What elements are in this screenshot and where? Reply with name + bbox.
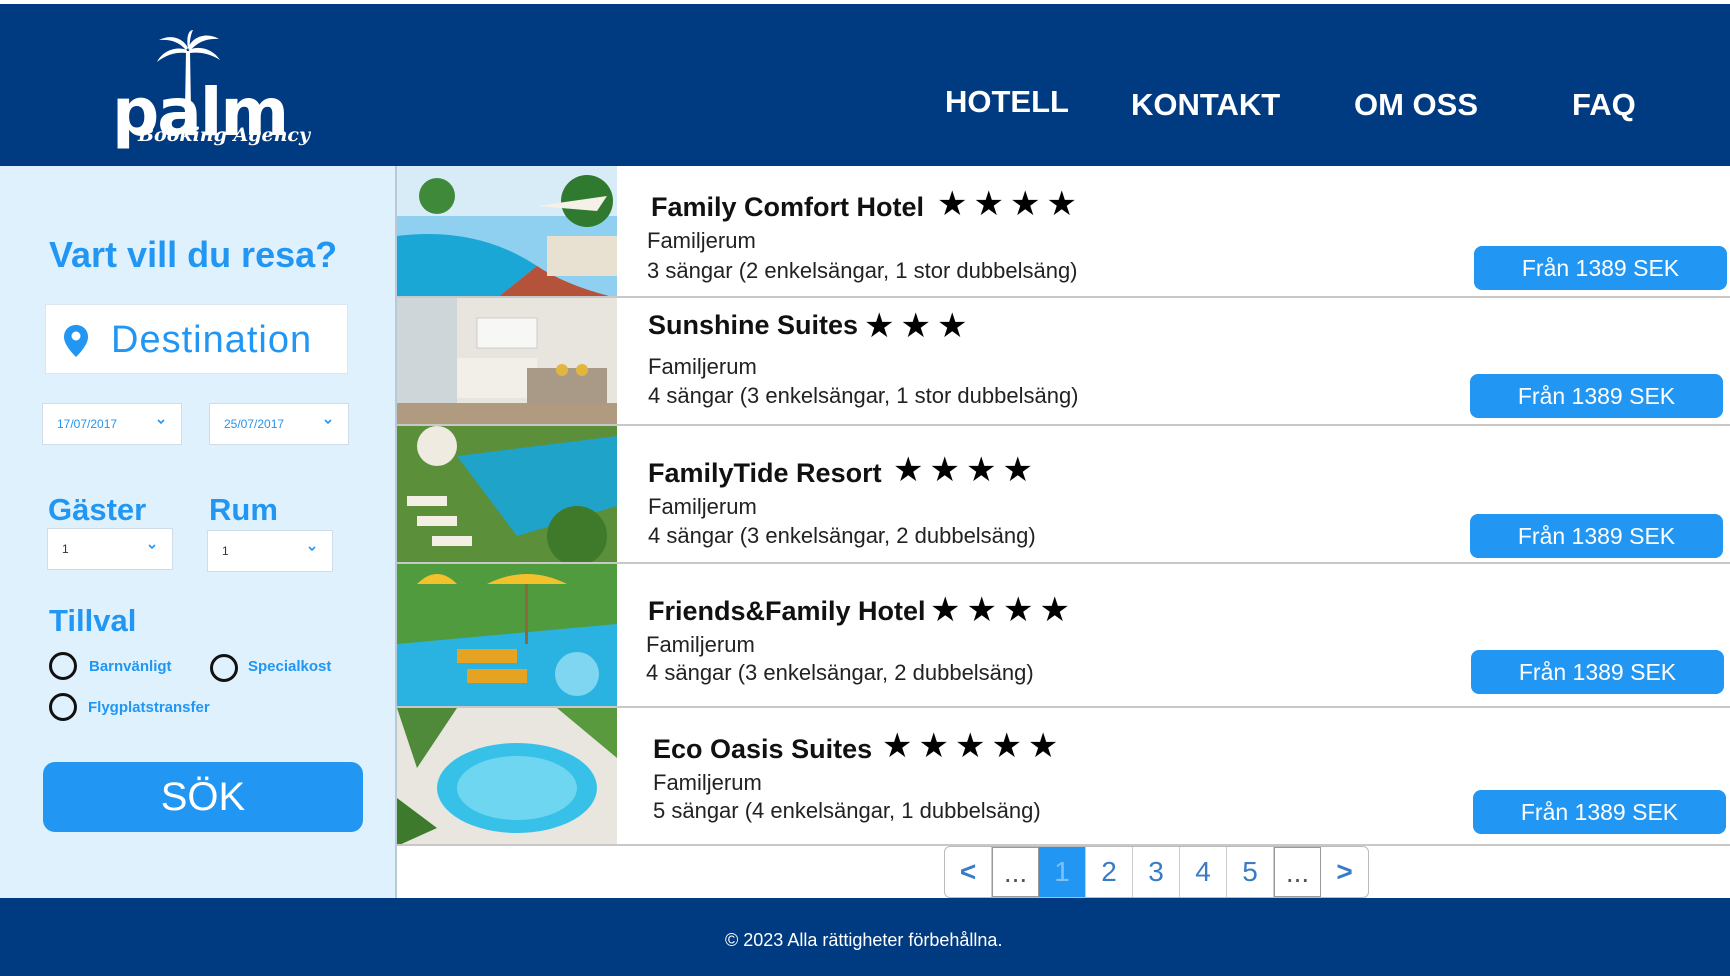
star-rating-icon: ★★★★ [937, 185, 1083, 223]
hotel-image [397, 166, 617, 296]
page-1-button[interactable]: 1 [1039, 847, 1086, 897]
destination-placeholder: Destination [111, 319, 313, 361]
hotel-image [397, 564, 617, 706]
chevron-down-icon [148, 544, 156, 550]
date-to-value: 25/07/2017 [224, 417, 285, 431]
price-button[interactable]: Från 1389 SEK [1474, 246, 1727, 290]
pagination-ellipsis[interactable]: ... [1274, 847, 1321, 897]
hotel-results: Family Comfort Hotel ★★★★ Familjerum 3 s… [397, 166, 1730, 846]
guests-value: 1 [62, 542, 69, 556]
star-rating-icon: ★★★★★ [882, 727, 1065, 765]
star-rating-icon: ★★★★ [930, 591, 1076, 629]
price-button[interactable]: Från 1389 SEK [1470, 514, 1723, 558]
hotel-name[interactable]: Sunshine Suites [648, 310, 858, 341]
price-button[interactable]: Från 1389 SEK [1473, 790, 1726, 834]
chevron-down-icon [157, 419, 165, 425]
hotel-name[interactable]: Family Comfort Hotel [651, 192, 924, 223]
palm-logo[interactable]: palm Booking Agency [108, 30, 318, 150]
hotel-image [397, 708, 617, 844]
nav-kontakt[interactable]: KONTAKT [1131, 87, 1280, 123]
nav-faq[interactable]: FAQ [1572, 87, 1636, 123]
date-to-select[interactable]: 25/07/2017 [209, 403, 349, 445]
copyright-text: © 2023 Alla rättigheter förbehållna. [725, 930, 1003, 950]
price-button[interactable]: Från 1389 SEK [1470, 374, 1723, 418]
search-panel: Vart vill du resa? Destination 17/07/201… [0, 166, 397, 898]
page-5-button[interactable]: 5 [1227, 847, 1274, 897]
room-type: Familjerum [653, 770, 762, 795]
room-type: Familjerum [648, 494, 757, 519]
chevron-down-icon [308, 546, 316, 552]
pagination: < ... 1 2 3 4 5 ... > [944, 846, 1369, 898]
extra-label-barnvanligt: Barnvänligt [89, 658, 172, 675]
room-type: Familjerum [648, 354, 757, 379]
logo-tagline: Booking Agency [138, 124, 311, 146]
radio-barnvanligt[interactable] [49, 652, 77, 680]
hotel-name[interactable]: Eco Oasis Suites [653, 734, 872, 765]
radio-specialkost[interactable] [210, 654, 238, 682]
search-button[interactable]: SÖK [43, 762, 363, 832]
hotel-card[interactable]: FamilyTide Resort ★★★★ Familjerum 4 säng… [397, 426, 1730, 564]
bed-info: 4 sängar (3 enkelsängar, 2 dubbelsäng) [646, 660, 1034, 685]
radio-flygplatstransfer[interactable] [49, 693, 77, 721]
rooms-select[interactable]: 1 [207, 530, 333, 572]
location-pin-icon [64, 325, 88, 357]
site-footer: © 2023 Alla rättigheter förbehållna. [0, 898, 1730, 976]
prev-page-button[interactable]: < [945, 847, 992, 897]
hotel-card[interactable]: Sunshine Suites ★★★ Familjerum 4 sängar … [397, 298, 1730, 426]
hotel-image [397, 298, 617, 424]
rooms-value: 1 [222, 544, 229, 558]
room-type: Familjerum [647, 228, 756, 253]
hotel-card[interactable]: Friends&Family Hotel ★★★★ Familjerum 4 s… [397, 564, 1730, 708]
extra-label-flygplatstransfer: Flygplatstransfer [88, 699, 210, 716]
nav-om-oss[interactable]: OM OSS [1354, 87, 1478, 123]
site-header: palm Booking Agency HOTELL KONTAKT OM OS… [0, 4, 1730, 166]
destination-input[interactable]: Destination [45, 304, 348, 374]
pagination-ellipsis[interactable]: ... [992, 847, 1039, 897]
next-page-button[interactable]: > [1321, 847, 1368, 897]
hotel-name[interactable]: FamilyTide Resort [648, 458, 882, 489]
rooms-label: Rum [209, 492, 278, 527]
guests-label: Gäster [48, 492, 147, 527]
bed-info: 4 sängar (3 enkelsängar, 2 dubbelsäng) [648, 523, 1036, 548]
guests-select[interactable]: 1 [47, 528, 173, 570]
room-type: Familjerum [646, 632, 755, 657]
extras-label: Tillval [49, 603, 137, 638]
price-button[interactable]: Från 1389 SEK [1471, 650, 1724, 694]
hotel-image [397, 426, 617, 562]
bed-info: 5 sängar (4 enkelsängar, 1 dubbelsäng) [653, 798, 1041, 823]
page-3-button[interactable]: 3 [1133, 847, 1180, 897]
date-from-value: 17/07/2017 [57, 417, 118, 431]
hotel-name[interactable]: Friends&Family Hotel [648, 596, 926, 627]
page-2-button[interactable]: 2 [1086, 847, 1133, 897]
bed-info: 3 sängar (2 enkelsängar, 1 stor dubbelsä… [647, 258, 1078, 283]
page-4-button[interactable]: 4 [1180, 847, 1227, 897]
bed-info: 4 sängar (3 enkelsängar, 1 stor dubbelsä… [648, 383, 1079, 408]
search-title: Vart vill du resa? [49, 234, 338, 275]
star-rating-icon: ★★★ [864, 307, 974, 345]
nav-hotell[interactable]: HOTELL [945, 84, 1069, 120]
chevron-down-icon [324, 419, 332, 425]
extra-label-specialkost: Specialkost [248, 658, 332, 675]
date-from-select[interactable]: 17/07/2017 [42, 403, 182, 445]
hotel-card[interactable]: Family Comfort Hotel ★★★★ Familjerum 3 s… [397, 166, 1730, 298]
star-rating-icon: ★★★★ [893, 451, 1039, 489]
hotel-card[interactable]: Eco Oasis Suites ★★★★★ Familjerum 5 säng… [397, 708, 1730, 846]
